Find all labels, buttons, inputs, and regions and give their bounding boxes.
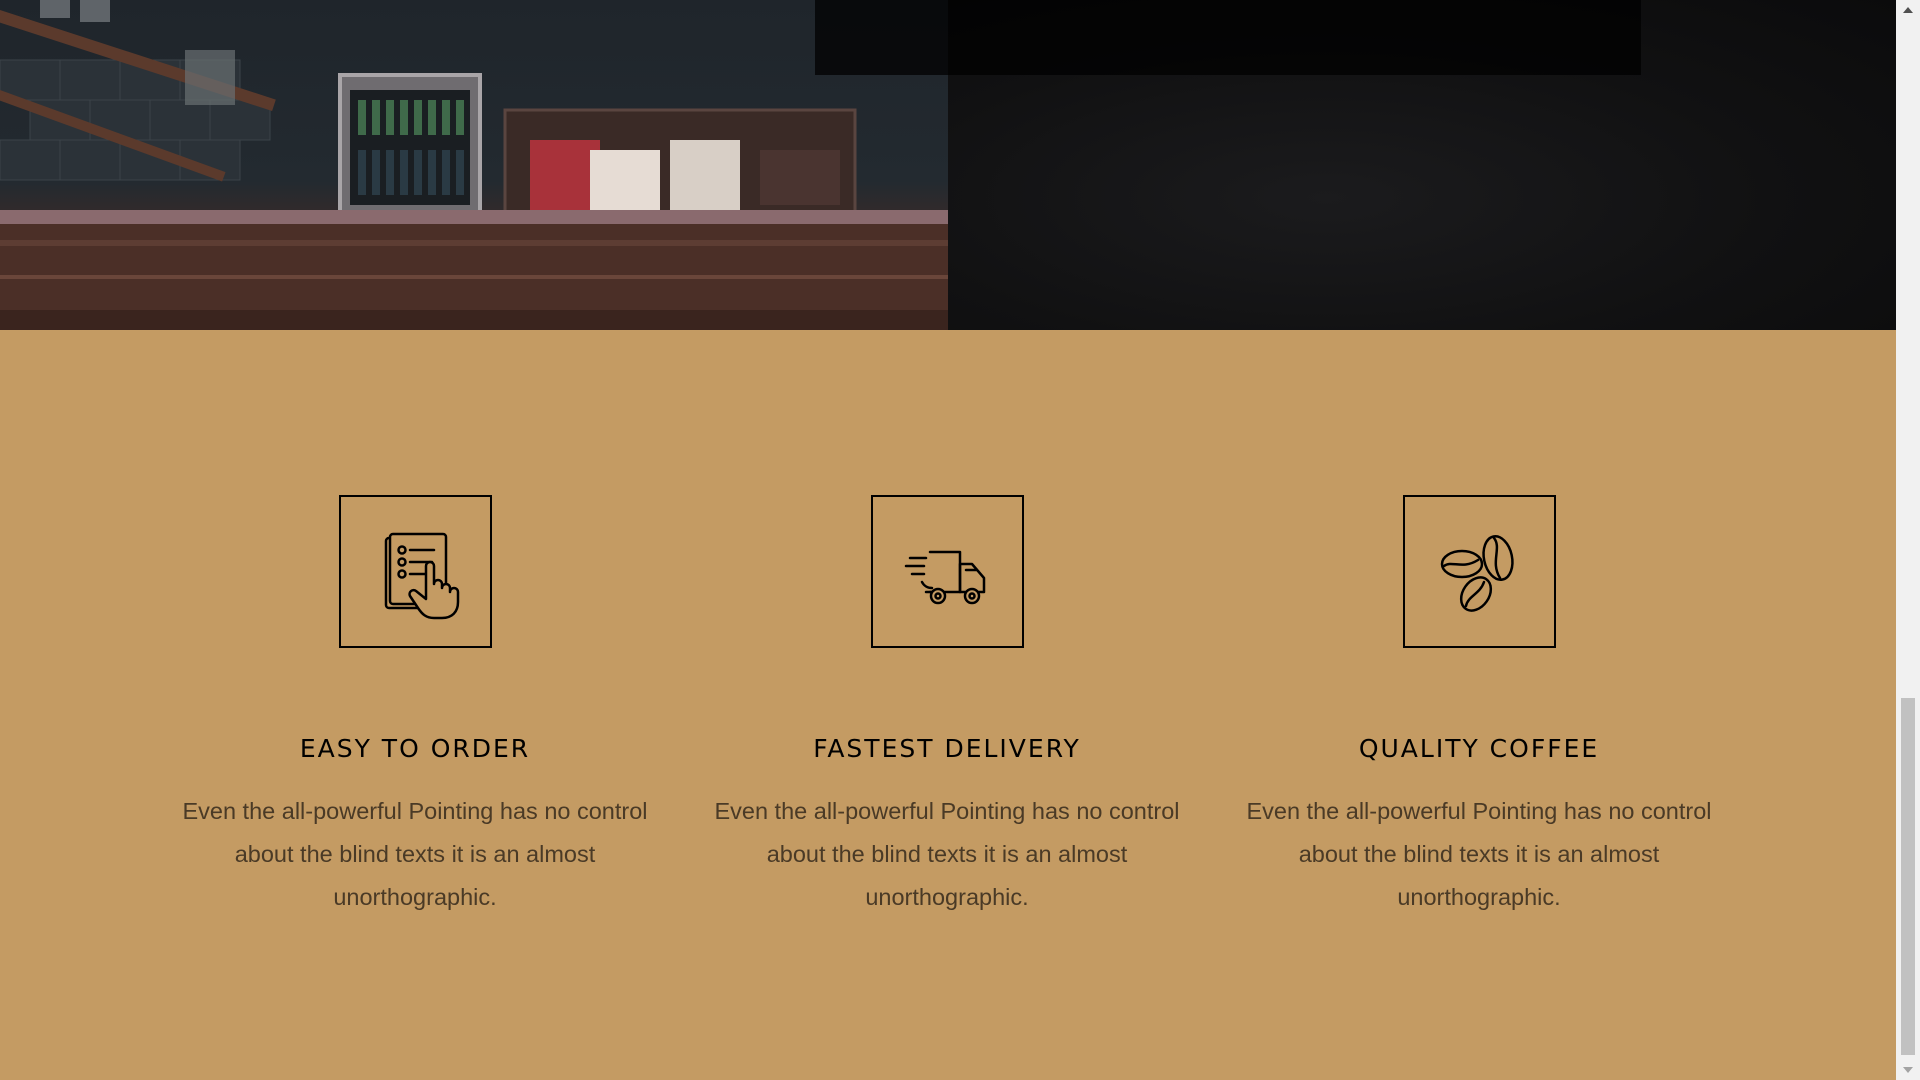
services-section: EASY TO ORDER Even the all-powerful Poin… xyxy=(0,330,1896,1080)
service-title: FASTEST DELIVERY xyxy=(813,734,1081,763)
service-description: Even the all-powerful Pointing has no co… xyxy=(182,798,648,910)
hero-section xyxy=(0,0,1896,330)
service-description: Even the all-powerful Pointing has no co… xyxy=(714,798,1180,910)
scrollbar-thumb[interactable] xyxy=(1901,698,1915,1055)
hero-overlay-box xyxy=(815,0,1641,75)
service-title: QUALITY COFFEE xyxy=(1358,734,1600,763)
scroll-down-arrow-icon[interactable] xyxy=(1896,1060,1920,1080)
service-title: EASY TO ORDER xyxy=(299,734,531,763)
coffee-beans-icon xyxy=(1403,495,1556,648)
delivery-truck-icon xyxy=(871,495,1024,648)
order-checklist-icon xyxy=(339,495,492,648)
vertical-scrollbar[interactable] xyxy=(1896,0,1920,1080)
coffee-shop-photo xyxy=(0,0,948,330)
service-description: Even the all-powerful Pointing has no co… xyxy=(1246,798,1712,910)
scroll-up-arrow-icon[interactable] xyxy=(1896,0,1920,20)
page: EASY TO ORDER Even the all-powerful Poin… xyxy=(0,0,1920,1080)
